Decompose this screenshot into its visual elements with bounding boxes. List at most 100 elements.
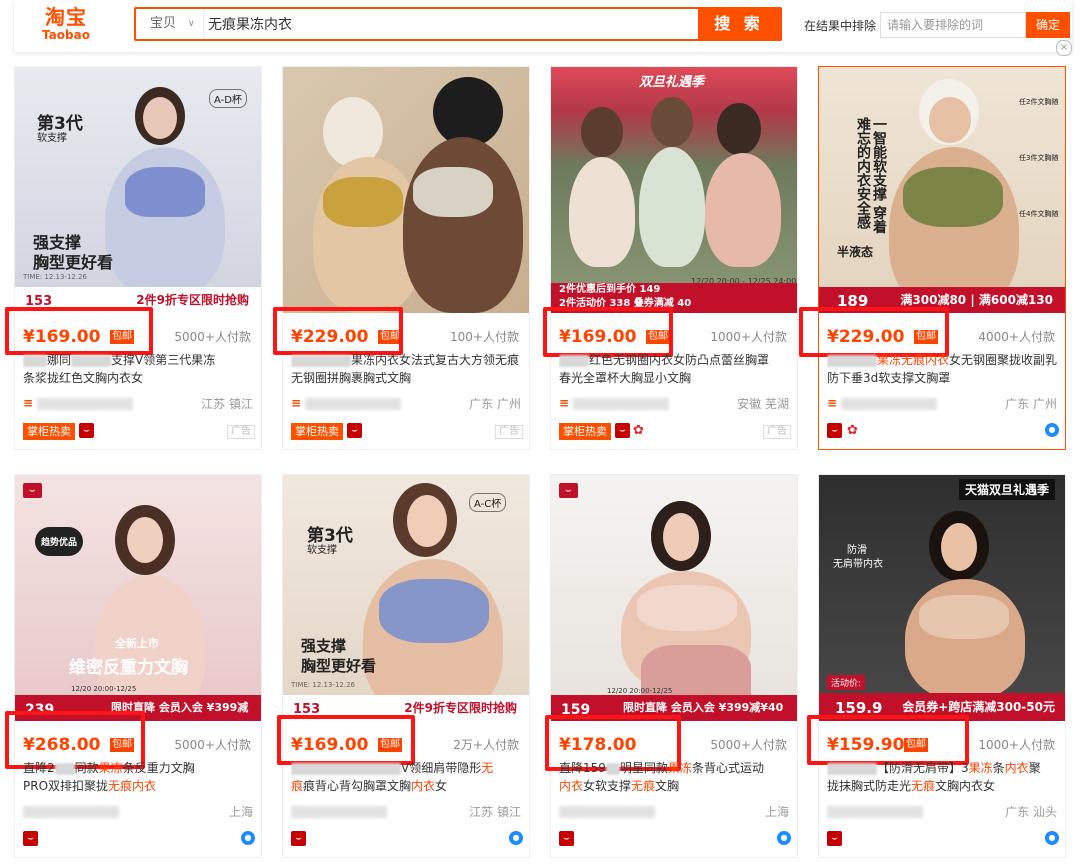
trend-badge: 趋势优品 <box>35 527 84 556</box>
tmall-icon: ⌣ <box>827 831 842 846</box>
slogan-line-2: 维密反重力文胸 <box>69 658 188 678</box>
product-card[interactable]: A-C杯 第3代 软支撑 强支撑 胸型更好看 TIME: 12.13-12.26… <box>277 474 530 858</box>
location: 江苏 镇江 <box>201 397 253 411</box>
exclude-confirm-button[interactable]: 确定 <box>1026 12 1070 38</box>
buyer-count: 1000+人付款 <box>710 330 787 344</box>
product-card[interactable]: 一智能软支撑 穿着难忘的内衣安全感 半液态 任2件文胸随 任3件文胸随 任4件文… <box>799 66 1066 450</box>
shop-name-blurred[interactable] <box>841 398 937 410</box>
generation-sublabel: 软支撑 <box>37 133 67 144</box>
search-scope-select[interactable]: 宝贝 ∨ <box>136 9 204 39</box>
exclude-input[interactable] <box>880 12 1026 38</box>
product-image[interactable]: 双旦礼遇季 12/20 20:00 - 12/25 24:00 2件优惠后到手价… <box>551 67 797 313</box>
tag-row: 掌柜热卖 ⌣ ✿ 广告 <box>559 423 791 441</box>
product-title[interactable]: 【防滑无肩带】3果冻条内衣聚 拢抹胸式防走光无痕文胸内衣女 <box>827 759 1059 795</box>
tag-row: 掌柜热卖 ⌣ 广告 <box>291 423 523 441</box>
shop-name-blurred[interactable] <box>827 806 923 818</box>
cup-size-badge: A-C杯 <box>469 493 507 512</box>
flower-icon: ✿ <box>847 423 858 438</box>
hot-seller-tag: 掌柜热卖 <box>559 423 611 440</box>
shop-row: 江苏 镇江 <box>291 803 523 821</box>
buyer-count: 1000+人付款 <box>978 738 1055 752</box>
location: 上海 <box>764 805 789 819</box>
product-card[interactable]: ¥229.00 包邮 100+人付款 果冻内衣女法式复古大方领无痕 无钢圈拼胸裹胸… <box>273 66 530 450</box>
chat-icon[interactable]: ● <box>241 831 255 845</box>
semi-liquid-label: 半液态 <box>837 245 874 259</box>
logo-text-cn: 淘宝 <box>45 5 87 29</box>
side-offer-2: 任3件文胸随 <box>1019 154 1059 162</box>
shop-row: 广东 汕头 <box>827 803 1059 821</box>
shop-name-blurred[interactable] <box>559 806 655 818</box>
location: 广东 广州 <box>1005 397 1057 411</box>
shop-name-blurred[interactable] <box>305 398 401 410</box>
product-card[interactable]: 双旦礼遇季 12/20 20:00 - 12/25 24:00 2件优惠后到手价… <box>543 66 798 450</box>
shop-row: ≡ 广东 广州 <box>827 395 1059 413</box>
close-icon[interactable]: × <box>1056 40 1072 56</box>
shop-row: ≡ 广东 广州 <box>291 395 523 413</box>
search-input[interactable] <box>208 9 698 39</box>
product-title[interactable]: 果冻无痕内衣女无钢圈聚拢收副乳防下垂3d软支撑文胸罩 <box>827 351 1059 387</box>
shop-name-blurred[interactable] <box>291 806 387 818</box>
slogan-line-2: 无肩带内衣 <box>833 559 883 570</box>
location: 广东 汕头 <box>1005 805 1057 819</box>
tmall-icon: ⌣ <box>827 423 842 438</box>
shop-name-blurred[interactable] <box>23 806 119 818</box>
shop-row: 上海 <box>23 803 255 821</box>
promo-top-title: 双旦礼遇季 <box>639 75 705 90</box>
chat-icon[interactable]: ● <box>1045 831 1059 845</box>
product-image[interactable]: A-D杯 第3代 软支撑 强支撑 胸型更好看 TIME: 12.13-12.26… <box>15 67 261 313</box>
product-image[interactable]: 天猫双旦礼遇季 防滑 无肩带内衣 活动价: 会员券+跨店满减300-50元 15… <box>819 475 1065 721</box>
chat-icon[interactable]: ● <box>777 831 791 845</box>
promo-time: 12/20 20:00-12/25 <box>71 685 137 693</box>
highlight-box <box>543 307 673 357</box>
shop-name-blurred[interactable] <box>37 398 133 410</box>
buyer-count: 4000+人付款 <box>978 330 1055 344</box>
shop-name-blurred[interactable] <box>573 398 669 410</box>
buyer-count: 2万+人付款 <box>453 738 519 752</box>
product-title[interactable]: V领细肩带隐形无 痕痕背心背勾胸罩文胸内衣女 <box>291 759 523 795</box>
product-title[interactable]: 娜同 支撑V领第三代果冻 条浆拢红色文胸内衣女 <box>23 351 255 387</box>
tmall-corner-badge: ⌣ <box>559 483 578 498</box>
flower-icon: ✿ <box>633 423 644 438</box>
promo-time: TIME: 12.13-12.26 <box>23 273 87 281</box>
product-image[interactable]: A-C杯 第3代 软支撑 强支撑 胸型更好看 TIME: 12.13-12.26… <box>283 475 529 721</box>
hot-seller-tag: 掌柜热卖 <box>23 423 75 440</box>
slogan-line-1: 全新上市 <box>115 637 159 650</box>
product-image[interactable]: ⌣ 趋势优品 全新上市 维密反重力文胸 12/20 20:00-12/25 限时… <box>15 475 261 721</box>
tmall-icon: ⌣ <box>23 831 38 846</box>
promo-time: TIME: 12.13-12.26 <box>291 681 355 689</box>
shop-row: 上海 <box>559 803 791 821</box>
highlight-box <box>807 715 969 765</box>
search-button[interactable]: 搜 索 <box>698 7 780 41</box>
chat-icon[interactable]: ● <box>1045 423 1059 437</box>
chat-icon[interactable]: ● <box>509 831 523 845</box>
product-card[interactable]: ⌣ 趋势优品 全新上市 维密反重力文胸 12/20 20:00-12/25 限时… <box>5 474 262 858</box>
ad-tag: 广告 <box>763 425 791 439</box>
side-offer-3: 任4件文胸随 <box>1019 210 1059 218</box>
product-image[interactable]: ⌣ 12/20 20:00-12/25 限时直降 会员入会 ¥399减¥40 1… <box>551 475 797 721</box>
search-scope-label: 宝贝 <box>150 16 177 31</box>
buyer-count: 5000+人付款 <box>174 738 251 752</box>
shop-icon: ≡ <box>291 396 302 410</box>
product-title[interactable]: 果冻内衣女法式复古大方领无痕 无钢圈拼胸裹胸式文胸 <box>291 351 523 387</box>
activity-price-label: 活动价: <box>827 675 866 690</box>
tag-row: ⌣ ● <box>23 831 255 849</box>
product-card[interactable]: A-D杯 第3代 软支撑 强支撑 胸型更好看 TIME: 12.13-12.26… <box>5 66 262 450</box>
product-title[interactable]: 直降159 明星同款果冻条背心式运动 内衣女软支撑无痕文胸 <box>559 759 791 795</box>
taobao-logo[interactable]: 淘宝 Taobao <box>36 6 96 44</box>
product-card[interactable]: ⌣ 12/20 20:00-12/25 限时直降 会员入会 ¥399减¥40 1… <box>545 474 798 858</box>
tag-row: ⌣ ● <box>827 831 1059 849</box>
generation-sublabel: 软支撑 <box>307 545 337 556</box>
shop-row: ≡ 江苏 镇江 <box>23 395 255 413</box>
product-title[interactable]: 红色无钢圈内衣女防凸点蕾丝胸罩 春光全罩杯大胸显小文胸 <box>559 351 791 387</box>
location: 江苏 镇江 <box>469 805 521 819</box>
location: 安徽 芜湖 <box>737 397 789 411</box>
shop-icon: ≡ <box>23 396 34 410</box>
slogan-line-1: 强支撑 <box>301 637 347 655</box>
exclude-label: 在结果中排除 <box>804 19 877 33</box>
product-image[interactable] <box>283 67 529 313</box>
product-card[interactable]: 天猫双旦礼遇季 防滑 无肩带内衣 活动价: 会员券+跨店满减300-50元 15… <box>807 474 1066 858</box>
shop-icon: ≡ <box>559 396 570 410</box>
product-title[interactable]: 直降2 同款果冻条反重力文胸 PRO双排扣聚拢无痕内衣 <box>23 759 255 795</box>
product-image[interactable]: 一智能软支撑 穿着难忘的内衣安全感 半液态 任2件文胸随 任3件文胸随 任4件文… <box>819 67 1065 313</box>
vertical-slogan: 一智能软支撑 穿着难忘的内衣安全感 <box>855 117 887 234</box>
